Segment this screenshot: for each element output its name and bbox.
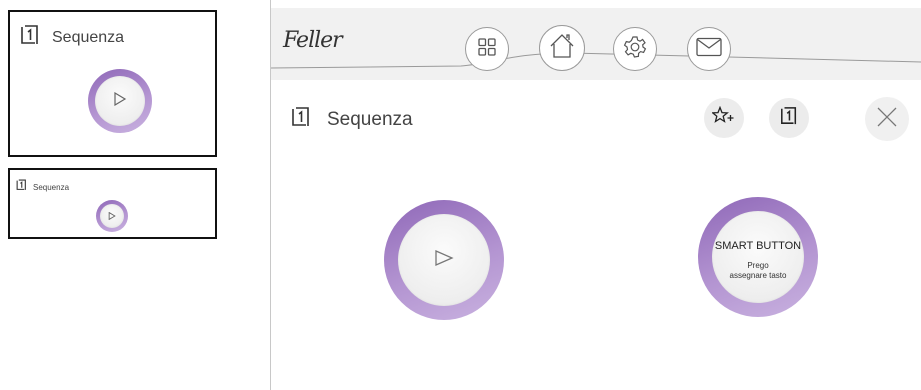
door-icon [780,106,798,131]
add-favorite-button[interactable] [704,98,744,138]
door-button[interactable] [769,98,809,138]
nav-grid-button[interactable] [465,27,509,71]
nav-settings-button[interactable] [613,27,657,71]
tile-title: Sequenza [16,178,69,196]
nav-home-button[interactable] [539,25,585,71]
page-title-label: Sequenza [327,108,413,130]
brand-logo: Feller [283,28,343,53]
app-header: Feller [271,8,921,80]
door-icon [20,24,40,51]
mail-icon [696,37,722,62]
door-icon [291,106,311,133]
play-icon [113,91,127,111]
play-icon [108,207,116,225]
smart-button-subtitle-line1: Prego [747,260,769,270]
settings-icon [623,35,647,64]
play-button[interactable] [88,69,152,133]
page-title: Sequenza [291,106,413,133]
smart-button[interactable]: SMART BUTTON Prego assegnare tasto [698,197,818,317]
preview-tile-small[interactable]: Sequenza [8,168,217,239]
tile-label: Sequenza [52,28,125,46]
smart-button-subtitle: Prego assegnare tasto [730,261,787,281]
preview-tile-large[interactable]: Sequenza [8,10,217,157]
tile-title: Sequenza [20,24,124,51]
header-line [271,52,921,69]
favorite-add-icon [711,105,736,131]
door-icon [16,178,27,196]
play-button[interactable] [384,200,504,320]
close-button[interactable] [865,97,909,141]
play-icon [434,249,454,272]
sequence-panel: Sequenza SMART BUTTON Prego assegnare ta… [271,80,921,390]
close-icon [876,106,898,133]
smart-button-title: SMART BUTTON [714,239,802,252]
home-icon [548,32,576,65]
nav-mail-button[interactable] [687,27,731,71]
play-button[interactable] [96,200,128,232]
smart-button-subtitle-line2: assegnare tasto [729,270,787,280]
tile-label: Sequenza [33,182,70,192]
grid-icon [477,37,497,62]
